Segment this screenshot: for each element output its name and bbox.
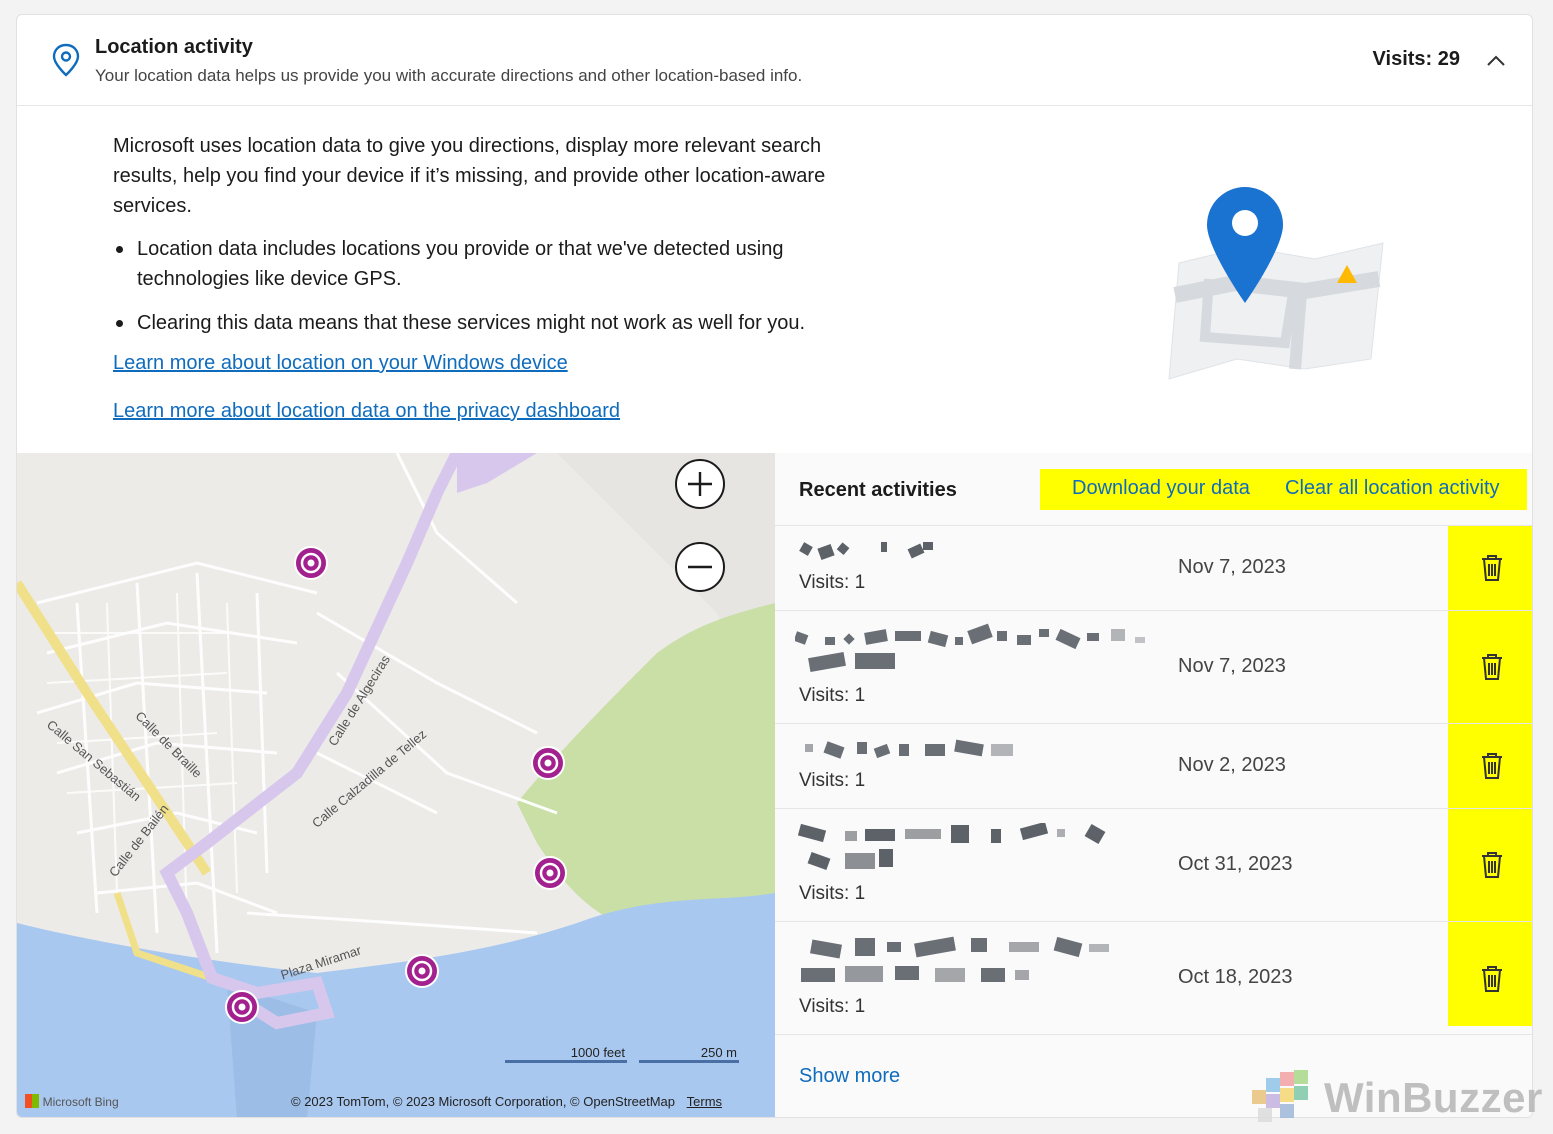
scale-bar-meters: 250 m — [639, 1045, 739, 1063]
download-data-link[interactable]: Download your data — [1072, 477, 1250, 500]
location-marker[interactable] — [293, 545, 329, 581]
winbuzzer-logo-icon — [1252, 1070, 1308, 1122]
location-marker[interactable] — [530, 745, 566, 781]
scale-bar-feet: 1000 feet — [505, 1045, 627, 1063]
activity-date: Nov 7, 2023 — [1178, 655, 1286, 677]
activity-row[interactable]: Visits: 1 Nov 7, 2023 — [775, 610, 1532, 723]
section-subtitle: Your location data helps us provide you … — [95, 66, 803, 85]
windows-location-link[interactable]: Learn more about location on your Window… — [113, 352, 568, 375]
minus-icon — [688, 565, 712, 569]
activity-row[interactable]: Visits: 1 Oct 31, 2023 — [775, 808, 1532, 921]
section-header[interactable]: Location activity Your location data hel… — [17, 15, 1532, 106]
activity-row[interactable]: Visits: 1 Nov 7, 2023 — [775, 525, 1532, 610]
bing-label: Microsoft Bing — [42, 1095, 119, 1109]
activity-date: Oct 31, 2023 — [1178, 853, 1293, 875]
actions-highlight: Download your data Clear all location ac… — [1040, 469, 1527, 510]
winbuzzer-watermark: WinBuzzer — [1248, 1064, 1548, 1128]
chevron-up-icon[interactable] — [1484, 49, 1508, 73]
location-marker[interactable] — [404, 953, 440, 989]
section-title: Location activity — [95, 36, 253, 58]
watermark-text: WinBuzzer — [1324, 1074, 1543, 1121]
recent-activities-panel: Recent activities Download your data Cle… — [775, 453, 1532, 1117]
activity-visits: Visits: 1 — [799, 572, 866, 593]
activity-row[interactable]: Visits: 1 Nov 2, 2023 — [775, 723, 1532, 808]
activity-visits: Visits: 1 — [799, 996, 866, 1017]
redacted-location-name — [805, 739, 1013, 759]
location-marker[interactable] — [532, 855, 568, 891]
scale-label: 1000 feet — [570, 1045, 625, 1060]
redacted-location-name — [797, 823, 1106, 871]
divider — [775, 1034, 1532, 1035]
redacted-location-name — [799, 542, 933, 561]
plus-icon — [688, 472, 712, 496]
activity-visits: Visits: 1 — [799, 883, 866, 904]
privacy-dashboard-link[interactable]: Learn more about location data on the pr… — [113, 400, 620, 423]
intro-paragraph: Microsoft uses location data to give you… — [113, 135, 826, 217]
copyright-text: © 2023 TomTom, © 2023 Microsoft Corporat… — [291, 1094, 676, 1109]
zoom-in-button[interactable] — [675, 459, 725, 509]
activity-visits: Visits: 1 — [799, 685, 866, 706]
activity-date: Nov 7, 2023 — [1178, 556, 1286, 578]
bullet-item: Location data includes locations you pro… — [113, 234, 883, 294]
microsoft-logo-icon — [25, 1094, 39, 1108]
activity-row[interactable]: Visits: 1 Oct 18, 2023 — [775, 921, 1532, 1034]
activity-date: Nov 2, 2023 — [1178, 754, 1286, 776]
location-pin-icon — [52, 43, 80, 77]
terms-link[interactable]: Terms — [687, 1094, 722, 1109]
bing-logo: Microsoft Bing — [25, 1094, 119, 1109]
bullet-item: Clearing this data means that these serv… — [113, 308, 883, 338]
map-copyright: © 2023 TomTom, © 2023 Microsoft Corporat… — [291, 1094, 722, 1109]
redacted-location-name — [801, 936, 1109, 982]
intro-bullets: Location data includes locations you pro… — [113, 234, 883, 352]
activity-visits: Visits: 1 — [799, 770, 866, 791]
total-visits: Visits: 29 — [1372, 48, 1460, 70]
redacted-location-name — [795, 623, 1145, 673]
map-pin-illustration — [1168, 187, 1384, 380]
clear-all-link[interactable]: Clear all location activity — [1285, 477, 1500, 500]
location-marker[interactable] — [224, 989, 260, 1025]
location-map[interactable]: Calle San Sebastián Calle de Braille Cal… — [17, 453, 775, 1117]
recent-activities-title: Recent activities — [799, 479, 957, 501]
show-more-link[interactable]: Show more — [799, 1065, 900, 1088]
activity-date: Oct 18, 2023 — [1178, 966, 1293, 988]
scale-label: 250 m — [700, 1045, 737, 1060]
zoom-out-button[interactable] — [675, 542, 725, 592]
location-activity-card: Location activity Your location data hel… — [16, 14, 1533, 1118]
